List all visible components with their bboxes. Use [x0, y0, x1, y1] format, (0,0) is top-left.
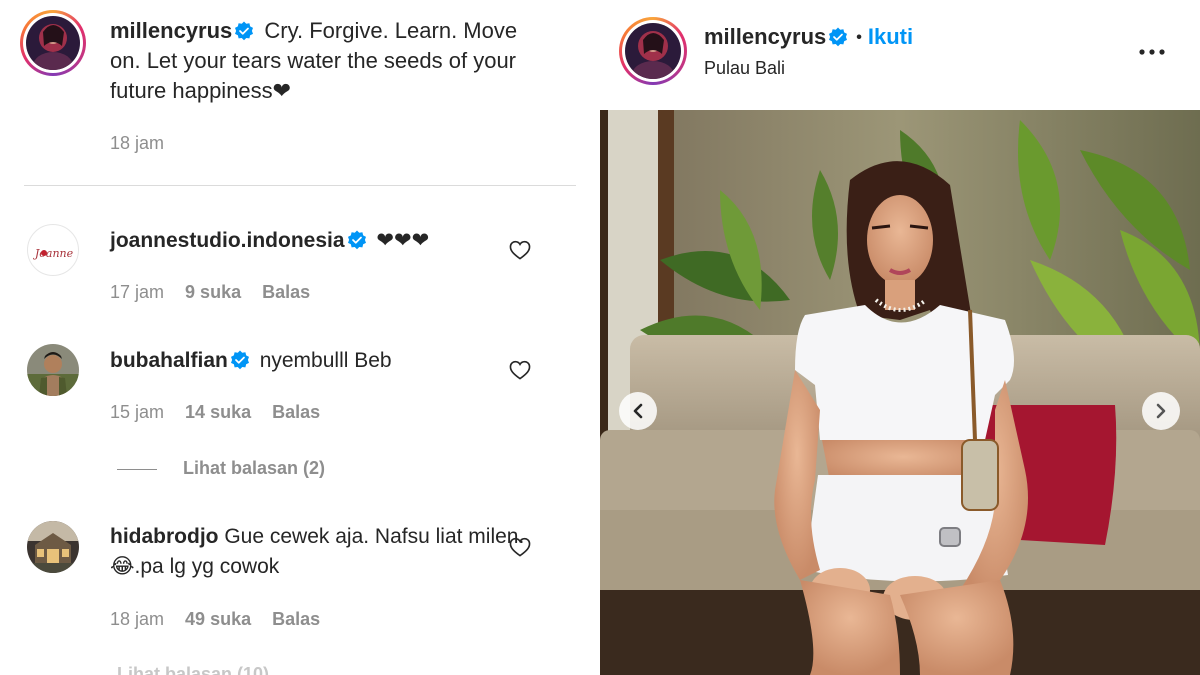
svg-text:Joanne: Joanne: [33, 247, 74, 260]
comment-time: 15 jam: [110, 402, 165, 422]
post-avatar[interactable]: [619, 17, 687, 85]
comment-username[interactable]: joannestudio.indonesia: [110, 229, 345, 252]
reply-button[interactable]: Balas: [272, 609, 320, 629]
view-replies-button[interactable]: Lihat balasan (2): [183, 458, 325, 479]
comment-time: 17 jam: [110, 282, 165, 302]
comment-avatar[interactable]: [27, 344, 79, 396]
view-replies-button[interactable]: Lihat balasan (10): [117, 664, 269, 675]
verified-badge-icon: [347, 230, 366, 250]
comment-avatar[interactable]: [27, 521, 79, 573]
comment-likes[interactable]: 14 suka: [185, 402, 251, 422]
comment-meta: 18 jam 49 suka Balas: [110, 609, 320, 630]
post-username[interactable]: millencyrus: [704, 24, 826, 49]
comment-text-block: hidabrodjo Gue cewek aja. Nafsu liat mil…: [110, 522, 530, 582]
comment-text: ❤❤❤: [376, 229, 430, 252]
comment-meta: 17 jam 9 suka Balas: [110, 282, 310, 303]
caption-time: 18 jam: [110, 133, 165, 153]
post-panel: millencyrus • Ikuti Pulau Bali: [600, 0, 1200, 675]
comment-text-block: joannestudio.indonesia ❤❤❤: [110, 226, 530, 256]
post-photo[interactable]: [600, 110, 1200, 675]
post-photo-illustration: [600, 110, 1200, 675]
comment-time: 18 jam: [110, 609, 165, 629]
verified-badge-icon: [235, 21, 254, 41]
chevron-right-icon: [1156, 403, 1166, 419]
caption-username[interactable]: millencyrus: [110, 18, 232, 43]
comment-likes[interactable]: 9 suka: [185, 282, 241, 302]
previous-image-button[interactable]: [619, 392, 657, 430]
caption-text-block: millencyrus Cry. Forgive. Learn. Move on…: [110, 16, 550, 106]
comment-text-block: bubahalfian nyembulll Beb: [110, 346, 530, 376]
caption-avatar[interactable]: [20, 10, 86, 76]
reply-button[interactable]: Balas: [272, 402, 320, 422]
verified-badge-icon: [230, 350, 249, 370]
separator-dot: •: [856, 29, 862, 46]
comment-text: nyembulll Beb: [259, 349, 392, 372]
follow-button[interactable]: Ikuti: [868, 24, 913, 49]
heart-outline-icon[interactable]: [509, 537, 531, 557]
post-header: millencyrus • Ikuti: [704, 24, 913, 50]
post-location[interactable]: Pulau Bali: [704, 58, 785, 79]
verified-badge-icon: [829, 27, 848, 47]
chevron-left-icon: [633, 403, 643, 419]
comment-username[interactable]: bubahalfian: [110, 349, 228, 372]
comment-likes[interactable]: 49 suka: [185, 609, 251, 629]
comments-panel: millencyrus Cry. Forgive. Learn. Move on…: [0, 0, 600, 675]
replies-divider-line: [117, 469, 157, 470]
more-options-icon[interactable]: [1138, 48, 1166, 56]
divider: [24, 185, 576, 186]
comment-avatar[interactable]: Joanne: [27, 224, 79, 276]
comment-meta: 15 jam 14 suka Balas: [110, 402, 320, 423]
next-image-button[interactable]: [1142, 392, 1180, 430]
heart-outline-icon[interactable]: [509, 240, 531, 260]
reply-button[interactable]: Balas: [262, 282, 310, 302]
comment-username[interactable]: hidabrodjo: [110, 525, 219, 548]
heart-outline-icon[interactable]: [509, 360, 531, 380]
